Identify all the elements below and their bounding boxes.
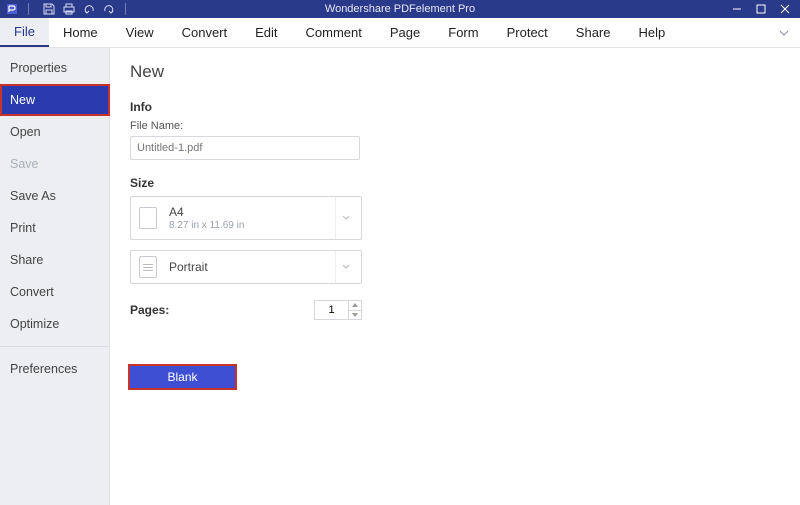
paper-size-text: A4 8.27 in x 11.69 in: [169, 205, 244, 231]
chevron-down-icon: [335, 251, 355, 283]
separator: [125, 3, 126, 15]
info-section: Info File Name:: [130, 100, 780, 160]
minimize-button[interactable]: [732, 4, 742, 14]
size-section: Size A4 8.27 in x 11.69 in Portrait: [130, 176, 780, 284]
sidebar-item-properties[interactable]: Properties: [0, 52, 109, 84]
pages-up-icon[interactable]: [348, 300, 362, 310]
menu-comment[interactable]: Comment: [292, 18, 376, 47]
menu-page[interactable]: Page: [376, 18, 434, 47]
paper-name: A4: [169, 205, 244, 219]
menu-protect[interactable]: Protect: [493, 18, 562, 47]
sidebar-divider: [0, 346, 109, 347]
menu-share[interactable]: Share: [562, 18, 625, 47]
menu-convert[interactable]: Convert: [168, 18, 242, 47]
page-title: New: [130, 62, 780, 82]
undo-icon[interactable]: [83, 3, 95, 15]
save-icon[interactable]: [43, 3, 55, 15]
ribbon-expand-icon[interactable]: [778, 18, 790, 47]
pages-input[interactable]: [314, 300, 348, 320]
menu-edit[interactable]: Edit: [241, 18, 291, 47]
menu-form[interactable]: Form: [434, 18, 492, 47]
size-heading: Size: [130, 176, 780, 190]
maximize-button[interactable]: [756, 4, 766, 14]
sidebar-item-save: Save: [0, 148, 109, 180]
sidebar-item-preferences[interactable]: Preferences: [0, 353, 109, 385]
title-bar-left: [0, 3, 128, 15]
file-name-label: File Name:: [130, 120, 780, 132]
main-panel: New Info File Name: Size A4 8.27 in x 11…: [110, 48, 800, 505]
pages-row: Pages:: [130, 300, 362, 320]
pages-down-icon[interactable]: [348, 310, 362, 321]
chevron-down-icon: [335, 197, 355, 239]
file-name-input[interactable]: [130, 136, 360, 160]
orientation-dropdown[interactable]: Portrait: [130, 250, 362, 284]
info-heading: Info: [130, 100, 780, 114]
separator: [28, 3, 29, 15]
app-logo-icon: [6, 3, 18, 15]
menu-home[interactable]: Home: [49, 18, 112, 47]
menu-help[interactable]: Help: [625, 18, 680, 47]
orientation-value: Portrait: [169, 260, 208, 274]
menu-view[interactable]: View: [112, 18, 168, 47]
sidebar-item-convert[interactable]: Convert: [0, 276, 109, 308]
menu-file[interactable]: File: [0, 18, 49, 47]
sidebar-item-open[interactable]: Open: [0, 116, 109, 148]
sidebar-item-new[interactable]: New: [0, 84, 110, 116]
pages-label: Pages:: [130, 303, 169, 317]
orientation-text: Portrait: [169, 260, 208, 274]
print-icon[interactable]: [63, 3, 75, 15]
window-controls: [732, 4, 800, 14]
content-area: Properties New Open Save Save As Print S…: [0, 48, 800, 505]
quick-access-toolbar: [39, 3, 115, 15]
orientation-icon: [139, 256, 157, 278]
file-sidebar: Properties New Open Save Save As Print S…: [0, 48, 110, 505]
close-button[interactable]: [780, 4, 790, 14]
pages-stepper[interactable]: [314, 300, 362, 320]
sidebar-item-share[interactable]: Share: [0, 244, 109, 276]
sidebar-item-saveas[interactable]: Save As: [0, 180, 109, 212]
sidebar-item-print[interactable]: Print: [0, 212, 109, 244]
menu-bar: File Home View Convert Edit Comment Page…: [0, 18, 800, 48]
blank-button[interactable]: Blank: [130, 366, 235, 388]
paper-dims: 8.27 in x 11.69 in: [169, 220, 244, 231]
paper-size-dropdown[interactable]: A4 8.27 in x 11.69 in: [130, 196, 362, 240]
title-bar: Wondershare PDFelement Pro: [0, 0, 800, 18]
redo-icon[interactable]: [103, 3, 115, 15]
page-icon: [139, 207, 157, 229]
sidebar-item-optimize[interactable]: Optimize: [0, 308, 109, 340]
